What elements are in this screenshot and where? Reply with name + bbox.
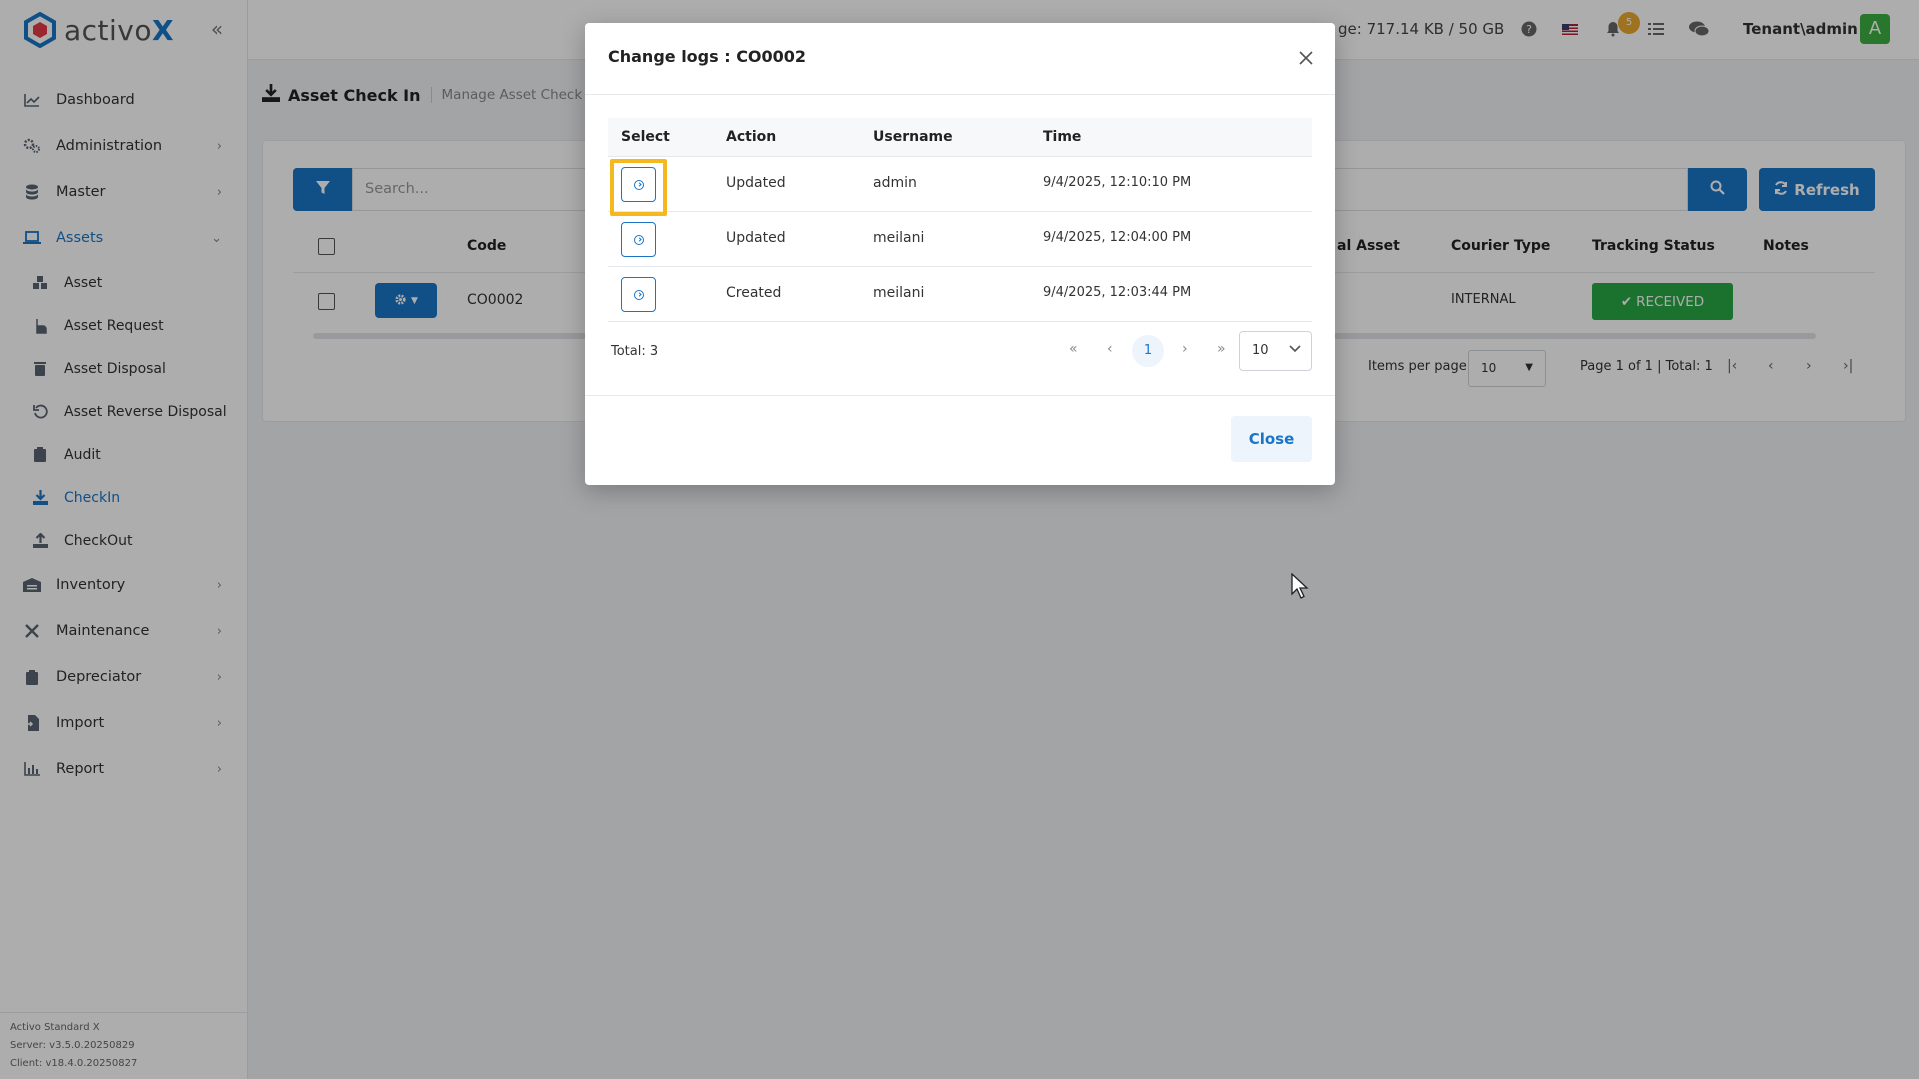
cell-action: Created — [726, 285, 782, 301]
cell-time: 9/4/2025, 12:04:00 PM — [1043, 230, 1192, 245]
column-header-time: Time — [1043, 129, 1082, 145]
cell-action: Updated — [726, 230, 786, 246]
arrow-circle-icon — [633, 234, 644, 245]
close-button[interactable]: Close — [1231, 416, 1312, 462]
cell-time: 9/4/2025, 12:10:10 PM — [1043, 175, 1192, 190]
select-log-button[interactable] — [621, 222, 656, 257]
total-count: Total: 3 — [611, 344, 659, 359]
divider — [585, 395, 1335, 396]
column-header-action: Action — [726, 129, 777, 145]
modal-title: Change logs : CO0002 — [608, 47, 807, 66]
mouse-cursor-icon — [1291, 572, 1309, 599]
arrow-circle-icon — [633, 179, 644, 190]
prev-page-icon[interactable]: ‹ — [1107, 341, 1113, 357]
table-header: Select Action Username Time — [608, 118, 1312, 157]
table-row: Updated meilani 9/4/2025, 12:04:00 PM — [608, 212, 1312, 267]
column-header-username: Username — [873, 129, 953, 145]
select-log-button[interactable] — [621, 167, 656, 202]
page-size-value: 10 — [1252, 343, 1269, 358]
column-header-select: Select — [621, 129, 670, 145]
page-size-select[interactable]: 10 — [1239, 331, 1312, 371]
select-log-button[interactable] — [621, 277, 656, 312]
cell-time: 9/4/2025, 12:03:44 PM — [1043, 285, 1192, 300]
table-row: Updated admin 9/4/2025, 12:10:10 PM — [608, 157, 1312, 216]
cell-username: admin — [873, 175, 917, 191]
first-page-icon[interactable]: « — [1069, 341, 1078, 357]
cell-username: meilani — [873, 285, 925, 301]
divider — [585, 94, 1335, 95]
page-number-current[interactable]: 1 — [1132, 335, 1164, 367]
last-page-icon[interactable]: » — [1217, 341, 1226, 357]
change-logs-modal: Change logs : CO0002 Select Action Usern… — [585, 23, 1335, 485]
cell-username: meilani — [873, 230, 925, 246]
chevron-down-icon — [1289, 342, 1301, 356]
change-logs-table: Select Action Username Time Updated admi… — [608, 118, 1312, 322]
cell-action: Updated — [726, 175, 786, 191]
arrow-circle-icon — [633, 289, 644, 300]
table-row: Created meilani 9/4/2025, 12:03:44 PM — [608, 267, 1312, 322]
close-icon[interactable] — [1295, 47, 1317, 69]
next-page-icon[interactable]: › — [1182, 341, 1188, 357]
